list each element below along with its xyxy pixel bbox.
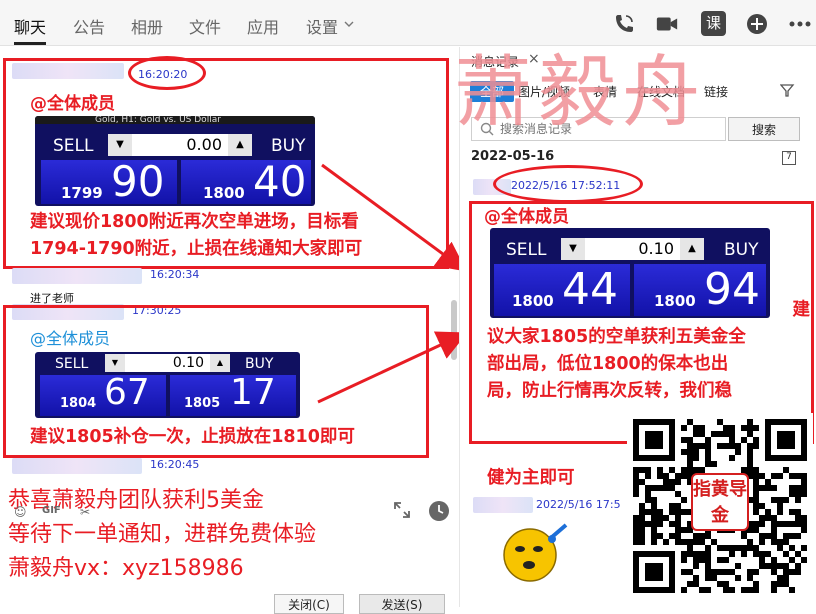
message-line: 健为主即可 — [487, 468, 575, 488]
message-line: 部出局，低位1800的保本也出 — [487, 354, 729, 374]
buy-button[interactable]: BUY — [724, 240, 759, 260]
message-line: 建 — [792, 300, 811, 320]
message-text: 建 议大家1805的空单获利五美金全 部出局，低位1800的保本也出 局，防止行… — [487, 297, 816, 405]
send-button[interactable]: 发送(S) — [359, 594, 445, 614]
history-tab-links[interactable]: 链接 — [704, 83, 728, 100]
lot-up-arrow-icon[interactable]: ▲ — [680, 238, 704, 260]
sender-name — [473, 497, 533, 513]
gif-icon[interactable]: GIF — [42, 505, 61, 523]
promo-line: 萧毅舟vx：xyz158986 — [8, 556, 244, 581]
lot-down-arrow-icon[interactable]: ▼ — [561, 238, 585, 260]
qr-code: 指黄导金 — [627, 413, 813, 599]
message-timestamp: 2022/5/16 17:52:11 — [511, 179, 621, 192]
qr-center-seal: 指黄导金 — [691, 473, 749, 531]
filter-icon[interactable] — [780, 84, 796, 98]
emoji-icon[interactable]: ☺ — [14, 505, 32, 523]
close-button[interactable]: 关闭(C) — [274, 594, 344, 614]
message-line: 局，防止行情再次反转，我们稳 — [487, 381, 732, 401]
scissors-icon[interactable]: ✂ — [80, 505, 98, 523]
lot-size-field[interactable]: 0.10 — [585, 238, 680, 260]
sell-button[interactable]: SELL — [506, 240, 546, 260]
calendar-icon[interactable]: 7 — [782, 151, 796, 165]
mention-all: @全体成员 — [484, 207, 569, 227]
history-clock-icon[interactable] — [428, 500, 450, 522]
history-date: 2022-05-16 — [471, 149, 555, 164]
expand-icon[interactable] — [392, 500, 412, 520]
message-line: 议大家1805的空单获利五美金全 — [487, 327, 746, 347]
emoji-sticker-icon — [503, 523, 568, 582]
message-timestamp: 2022/5/16 17:5 — [536, 498, 621, 511]
search-button[interactable]: 搜索 — [728, 117, 800, 141]
watermark-text: 萧毅舟 — [454, 48, 707, 138]
